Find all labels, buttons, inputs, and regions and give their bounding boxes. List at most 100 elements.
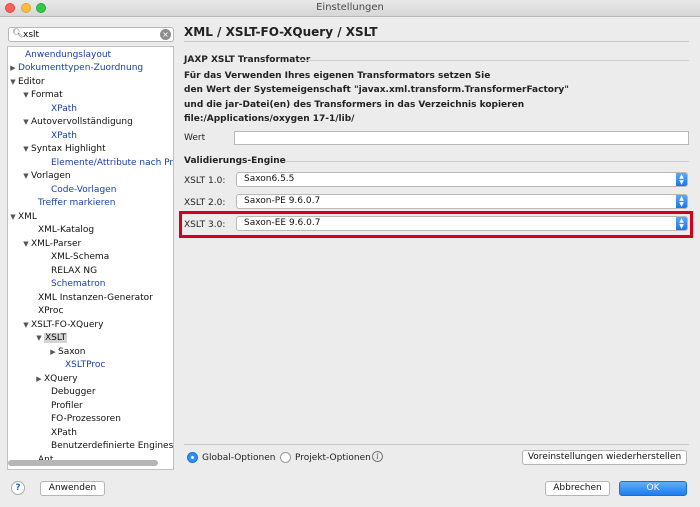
ok-button[interactable]: OK — [619, 481, 687, 496]
tree-item-xslt[interactable]: ▼ XSLT — [34, 332, 68, 344]
tree-item-elemente-attribute[interactable]: Elemente/Attribute nach Präfi — [41, 157, 174, 169]
tree-item-label: RELAX NG — [51, 266, 98, 276]
tree-item-code-vorlagen[interactable]: Code-Vorlagen — [41, 184, 116, 196]
tree-item-label: Dokumenttypen-Zuordnung — [18, 63, 144, 73]
tree-item-xquery[interactable]: ▶ XQuery — [34, 373, 78, 385]
wert-input[interactable] — [234, 131, 689, 145]
title-divider — [184, 41, 689, 42]
tree-item-debugger[interactable]: Debugger — [41, 386, 96, 398]
tree-item-format-xpath[interactable]: XPath — [41, 103, 77, 115]
chevron-down-icon[interactable]: ▼ — [21, 238, 31, 250]
xslt3-highlight-frame — [179, 211, 693, 238]
restore-defaults-button[interactable]: Voreinstellungen wiederherstellen — [522, 450, 687, 465]
global-options-radio[interactable] — [187, 452, 198, 463]
xslt1-label: XSLT 1.0: — [184, 176, 226, 186]
tree-item-label: Saxon — [58, 347, 86, 357]
tree-item-treffer-markieren[interactable]: Treffer markieren — [28, 197, 116, 209]
chevron-down-icon[interactable]: ▼ — [8, 211, 18, 223]
tree-item-label: Syntax Highlight — [31, 144, 106, 154]
jaxp-description-line: den Wert der Systemeigenschaft "javax.xm… — [184, 85, 569, 95]
tree-item-label: XML-Parser — [31, 239, 82, 249]
cancel-button[interactable]: Abbrechen — [545, 481, 610, 496]
chevron-right-icon[interactable]: ▶ — [34, 373, 44, 385]
chevron-down-icon[interactable]: ▼ — [21, 143, 31, 155]
apply-button[interactable]: Anwenden — [40, 481, 105, 496]
tree-item-dokumenttypen[interactable]: ▶ Dokumenttypen-Zuordnung — [8, 62, 143, 74]
wert-label: Wert — [184, 133, 206, 143]
tree-item-autovervollstaendigung[interactable]: ▼ Autovervollständigung — [21, 116, 132, 128]
chevron-down-icon[interactable]: ▼ — [34, 332, 44, 344]
tree-item-label: FO-Prozessoren — [51, 414, 121, 424]
tree-item-xml-katalog[interactable]: XML-Katalog — [28, 224, 94, 236]
info-icon[interactable]: i — [372, 451, 383, 462]
up-down-arrows-icon: ▲ ▼ — [676, 173, 687, 186]
tree-item-label: XPath — [51, 104, 77, 114]
validation-section-title: Validierungs-Engine — [184, 156, 286, 166]
chevron-down-icon[interactable]: ▼ — [8, 76, 18, 88]
tree-item-relax-ng[interactable]: RELAX NG — [41, 265, 97, 277]
tree-item-xslt-fo-xquery[interactable]: ▼ XSLT-FO-XQuery — [21, 319, 103, 331]
jaxp-section-divider — [300, 60, 689, 61]
tree-item-xslt-xpath[interactable]: XPath — [41, 427, 77, 439]
tree-item-xproc[interactable]: XProc — [28, 305, 63, 317]
tree-item-anwendungslayout[interactable]: Anwendungslayout — [15, 49, 111, 61]
tree-item-autovervollstaendigung-xpath[interactable]: XPath — [41, 130, 77, 142]
project-options-radio[interactable] — [280, 452, 291, 463]
jaxp-description-line: und die jar-Datei(en) des Transformers i… — [184, 100, 525, 110]
chevron-right-icon[interactable]: ▶ — [48, 346, 58, 358]
chevron-down-icon[interactable]: ▼ — [21, 116, 31, 128]
project-options-label[interactable]: Projekt-Optionen — [295, 453, 371, 463]
chevron-down-icon[interactable]: ▼ — [21, 170, 31, 182]
xslt2-label: XSLT 2.0: — [184, 198, 226, 208]
tree-item-saxon[interactable]: ▶ Saxon — [48, 346, 86, 358]
jaxp-section-title: JAXP XSLT Transformator — [184, 55, 311, 65]
chevron-down-icon[interactable]: ▼ — [21, 319, 31, 331]
validation-section-divider — [285, 161, 689, 162]
preferences-tree[interactable]: Anwendungslayout ▶ Dokumenttypen-Zuordnun… — [7, 46, 174, 470]
global-options-label[interactable]: Global-Optionen — [202, 453, 276, 463]
tree-item-schematron[interactable]: Schematron — [41, 278, 105, 290]
window-title: Einstellungen — [316, 2, 384, 13]
tree-item-vorlagen[interactable]: ▼ Vorlagen — [21, 170, 70, 182]
tree-item-xml-parser[interactable]: ▼ XML-Parser — [21, 238, 81, 250]
tree-item-fo-prozessoren[interactable]: FO-Prozessoren — [41, 413, 121, 425]
tree-item-label: Code-Vorlagen — [51, 185, 117, 195]
jaxp-description-line: Für das Verwenden Ihres eigenen Transfor… — [184, 71, 491, 81]
search-icon: 🔍︎ — [12, 29, 24, 39]
window-titlebar: Einstellungen — [0, 0, 700, 17]
search-field[interactable]: 🔍︎ × — [8, 27, 174, 42]
tree-item-xml[interactable]: ▼ XML — [8, 211, 37, 223]
help-icon[interactable]: ? — [11, 481, 25, 495]
tree-item-profiler[interactable]: Profiler — [41, 400, 83, 412]
tree-item-label: Format — [31, 90, 63, 100]
tree-item-label: Schematron — [51, 279, 106, 289]
tree-item-label: XSLT-FO-XQuery — [31, 320, 104, 330]
tree-item-label: Elemente/Attribute nach Präfi — [51, 158, 174, 168]
tree-item-xsltproc[interactable]: XSLTProc — [55, 359, 105, 371]
tree-item-xml-schema[interactable]: XML-Schema — [41, 251, 109, 263]
options-divider — [184, 444, 689, 445]
chevron-right-icon[interactable]: ▶ — [8, 62, 18, 74]
search-input[interactable] — [23, 28, 158, 41]
tree-item-label: XML-Schema — [51, 252, 110, 262]
tree-item-label: Debugger — [51, 387, 96, 397]
tree-item-label: XPath — [51, 131, 77, 141]
tree-item-label: XPath — [51, 428, 77, 438]
tree-item-instanzen-generator[interactable]: XML Instanzen-Generator — [28, 292, 153, 304]
page-title: XML / XSLT-FO-XQuery / XSLT — [184, 25, 378, 39]
clear-search-icon[interactable]: × — [160, 29, 171, 40]
tree-item-label: XQuery — [44, 374, 78, 384]
tree-item-benutzerdefinierte-engines[interactable]: Benutzerdefinierte Engines — [41, 440, 173, 452]
tree-horizontal-scrollbar-thumb[interactable] — [8, 460, 158, 466]
tree-item-format[interactable]: ▼ Format — [21, 89, 63, 101]
tree-item-label: XSLT — [44, 333, 68, 343]
xslt1-engine-value: Saxon6.5.5 — [244, 174, 295, 184]
tree-item-editor[interactable]: ▼ Editor — [8, 76, 44, 88]
tree-item-label: Benutzerdefinierte Engines — [51, 441, 174, 451]
xslt2-engine-value: Saxon-PE 9.6.0.7 — [244, 196, 321, 206]
tree-item-syntax-highlight[interactable]: ▼ Syntax Highlight — [21, 143, 106, 155]
tree-item-label: XML — [18, 212, 37, 222]
chevron-down-icon[interactable]: ▼ — [21, 89, 31, 101]
xslt2-engine-select[interactable]: Saxon-PE 9.6.0.7 ▲ ▼ — [236, 194, 688, 209]
xslt1-engine-select[interactable]: Saxon6.5.5 ▲ ▼ — [236, 172, 688, 187]
